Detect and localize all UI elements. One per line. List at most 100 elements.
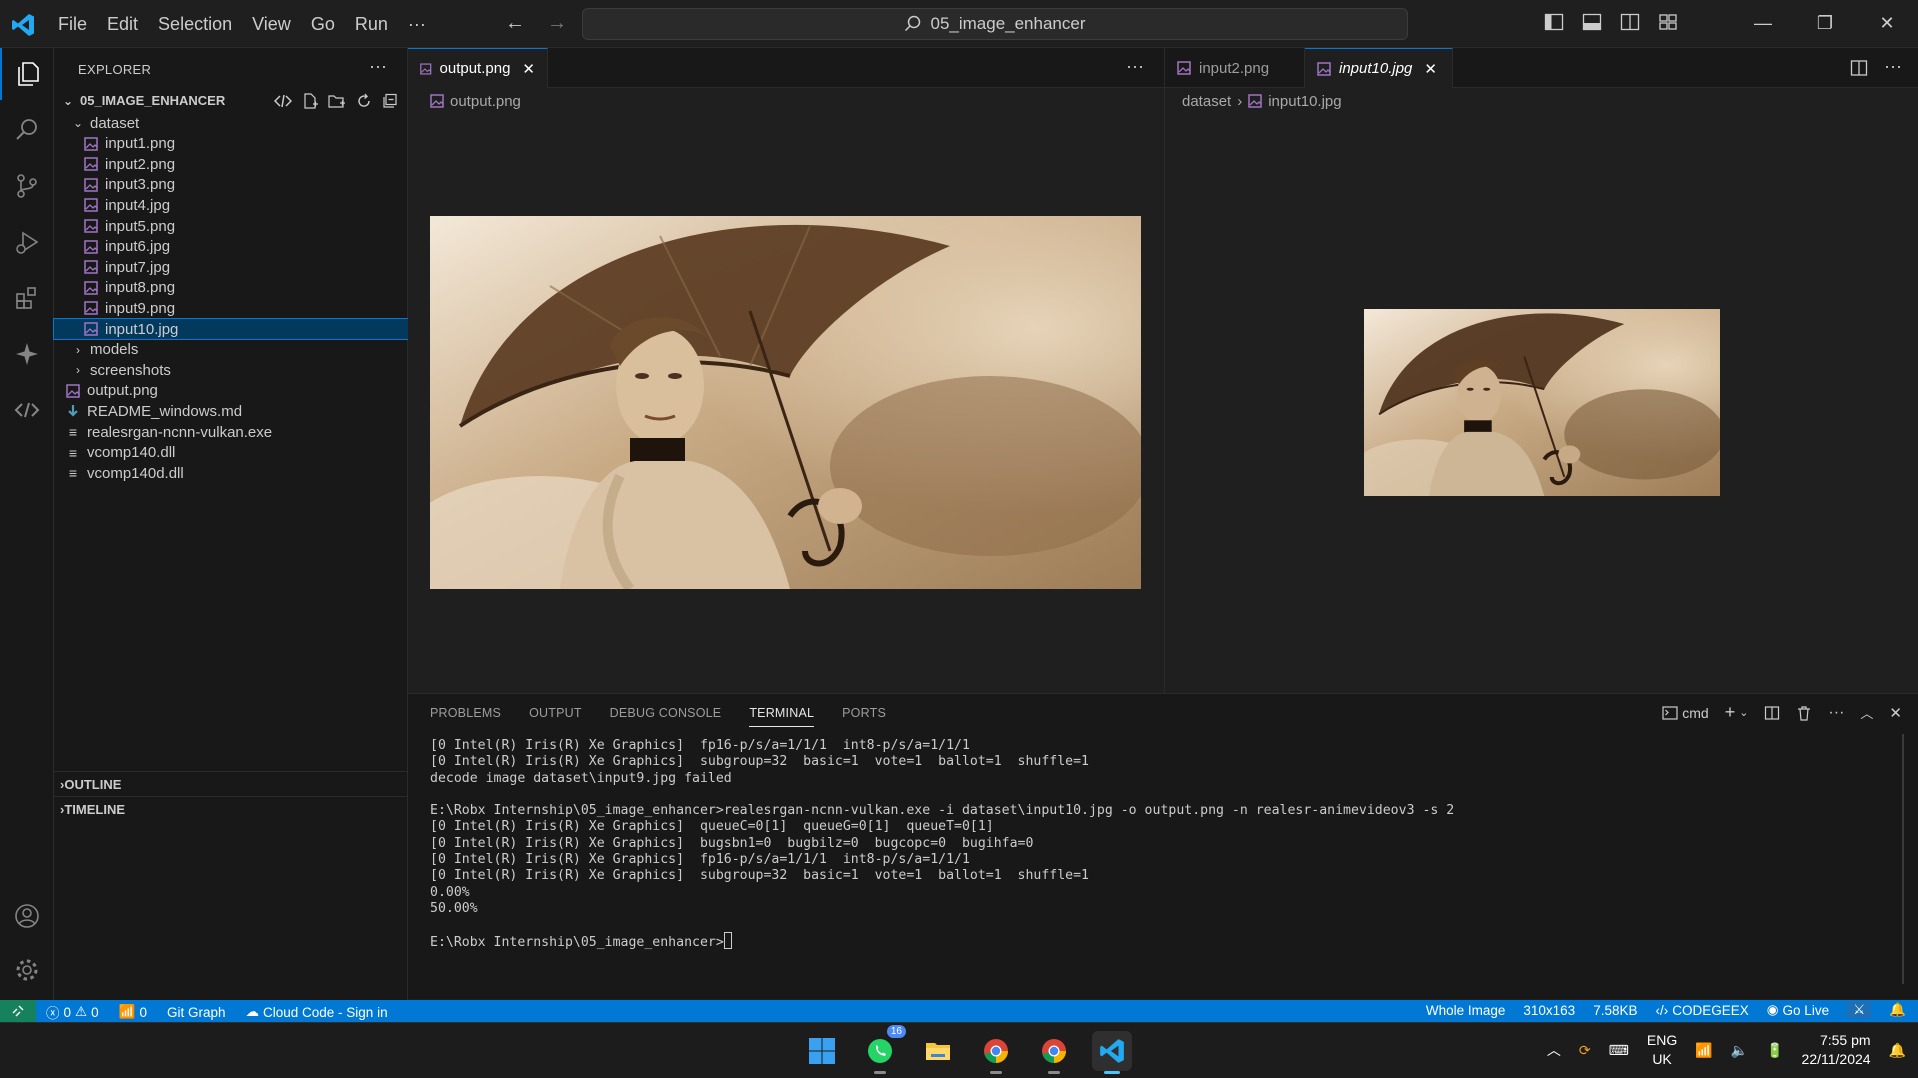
toggle-panel-icon[interactable]	[1582, 12, 1602, 32]
tree-item-input4-jpg[interactable]: input4.jpg	[54, 195, 408, 215]
toggle-primary-sidebar-icon[interactable]	[1544, 12, 1564, 32]
timeline-section[interactable]: › TIMELINE	[54, 796, 408, 821]
customize-layout-icon[interactable]	[1658, 12, 1678, 32]
remote-indicator[interactable]	[0, 1000, 36, 1022]
run-debug-icon[interactable]	[0, 216, 54, 268]
keyboard-icon[interactable]: ⌨	[1609, 1042, 1629, 1059]
refresh-icon[interactable]	[356, 93, 372, 109]
vscode-taskbar-icon[interactable]	[1092, 1031, 1132, 1074]
tab-input10-jpg[interactable]: input10.jpg ✕	[1305, 48, 1453, 88]
tree-item-dataset[interactable]: ⌄ dataset	[54, 113, 408, 133]
back-arrow-icon[interactable]: ←	[505, 12, 525, 35]
sync-icon[interactable]: ⟳	[1579, 1042, 1591, 1059]
tab-debug-console[interactable]: DEBUG CONSOLE	[610, 706, 722, 727]
wifi-icon[interactable]: 📶	[1695, 1042, 1712, 1059]
sidebar-more-button[interactable]: ···	[369, 56, 387, 77]
menu-view[interactable]: View	[242, 12, 301, 36]
tab-output[interactable]: OUTPUT	[529, 706, 582, 727]
new-folder-icon[interactable]	[328, 93, 346, 109]
ports-indicator[interactable]: 📶 0	[119, 1004, 147, 1020]
ai-sparkle-icon[interactable]	[0, 328, 54, 380]
file-explorer-icon[interactable]	[918, 1031, 958, 1071]
search-icon[interactable]	[0, 104, 54, 156]
git-graph-button[interactable]: Git Graph	[167, 1005, 226, 1020]
tree-item-input1-png[interactable]: input1.png	[54, 134, 408, 154]
zoom-mode[interactable]: Whole Image	[1426, 1003, 1506, 1018]
toggle-secondary-sidebar-icon[interactable]	[1620, 12, 1640, 32]
breadcrumb-file[interactable]: input10.jpg	[1268, 93, 1341, 110]
tree-item-input2-png[interactable]: input2.png	[54, 154, 408, 174]
restore-icon[interactable]: ❐	[1794, 0, 1856, 46]
tree-item-input9-png[interactable]: input9.png	[54, 298, 408, 318]
source-control-icon[interactable]	[0, 160, 54, 212]
new-file-icon[interactable]	[302, 92, 318, 109]
windows-start-icon[interactable]	[802, 1031, 842, 1071]
tree-item-vcomp140-dll[interactable]: ≡ vcomp140.dll	[54, 443, 408, 463]
problems-indicator[interactable]: ⓧ 0 ⚠ 0	[46, 1002, 99, 1022]
notifications-bell-icon[interactable]: 🔔	[1889, 1002, 1906, 1018]
split-terminal-icon[interactable]	[1764, 705, 1780, 721]
tree-item-input7-jpg[interactable]: input7.jpg	[54, 257, 408, 277]
tree-item-input8-png[interactable]: input8.png	[54, 278, 408, 298]
menu-edit[interactable]: Edit	[97, 12, 148, 36]
close-panel-icon[interactable]: ✕	[1889, 704, 1902, 722]
editor-more-button[interactable]: ···	[1126, 56, 1144, 77]
split-editor-icon[interactable]	[1850, 59, 1868, 77]
chevron-down-icon[interactable]: ⌄	[1739, 706, 1748, 719]
terminal-shell-selector[interactable]: cmd	[1662, 705, 1709, 721]
tree-item-input6-jpg[interactable]: input6.jpg	[54, 237, 408, 257]
workspace-root[interactable]: ⌄ 05_IMAGE_ENHANCER	[54, 88, 408, 113]
menu-go[interactable]: Go	[301, 12, 345, 36]
menu-more-button[interactable]: ···	[398, 12, 436, 36]
close-tab-icon[interactable]: ✕	[522, 60, 535, 78]
battery-icon[interactable]: 🔋	[1766, 1042, 1783, 1059]
notification-center-icon[interactable]: 🔔	[1889, 1042, 1906, 1059]
panel-more-button[interactable]: ···	[1828, 704, 1844, 722]
new-terminal-plus-icon[interactable]: +	[1725, 702, 1736, 723]
chevron-up-icon[interactable]: ︿	[1547, 1040, 1561, 1060]
tab-input2-png[interactable]: input2.png	[1165, 48, 1305, 88]
tab-problems[interactable]: PROBLEMS	[430, 706, 501, 727]
tab-terminal[interactable]: TERMINAL	[749, 706, 815, 727]
close-tab-icon[interactable]: ✕	[1424, 60, 1437, 78]
tree-item-models[interactable]: › models	[54, 340, 408, 360]
tab-output-png[interactable]: output.png ✕	[408, 48, 548, 88]
terminal-scrollbar[interactable]	[1902, 734, 1904, 984]
tree-item-vcomp140d-dll[interactable]: ≡ vcomp140d.dll	[54, 463, 408, 483]
tab-ports[interactable]: PORTS	[842, 706, 886, 727]
close-window-icon[interactable]: ✕	[1856, 0, 1918, 46]
copilot-disabled-icon[interactable]: ⚔	[1847, 1002, 1872, 1018]
menu-selection[interactable]: Selection	[148, 12, 242, 36]
tree-item-readme-windows-md[interactable]: README_windows.md	[54, 401, 408, 421]
breadcrumb-folder[interactable]: dataset	[1182, 93, 1231, 110]
chrome-icon[interactable]	[976, 1031, 1016, 1074]
tree-item-input5-png[interactable]: input5.png	[54, 216, 408, 236]
clock[interactable]: 7:55 pm 22/11/2024	[1802, 1031, 1871, 1069]
whatsapp-icon[interactable]: 16	[860, 1025, 906, 1074]
trash-icon[interactable]	[1796, 705, 1812, 721]
tree-item-screenshots[interactable]: › screenshots	[54, 360, 408, 380]
menu-run[interactable]: Run	[345, 12, 398, 36]
accounts-icon[interactable]	[0, 890, 54, 942]
tree-item-input3-png[interactable]: input3.png	[54, 175, 408, 195]
editor-more-button[interactable]: ···	[1884, 56, 1902, 77]
terminal-output[interactable]: [0 Intel(R) Iris(R) Xe Graphics] fp16-p/…	[430, 736, 1454, 953]
collapse-all-icon[interactable]	[382, 93, 398, 109]
volume-icon[interactable]: 🔈	[1731, 1042, 1748, 1059]
settings-gear-icon[interactable]	[0, 944, 54, 996]
tree-item-input10-jpg[interactable]: input10.jpg	[53, 318, 409, 340]
breadcrumb-file[interactable]: output.png	[450, 93, 521, 110]
maximize-panel-chevron-up-icon[interactable]: ︿	[1860, 703, 1873, 722]
remote-code-icon[interactable]	[0, 384, 54, 436]
explorer-icon[interactable]	[0, 48, 54, 100]
command-center-search[interactable]: 05_image_enhancer	[582, 8, 1408, 40]
outline-section[interactable]: › OUTLINE	[54, 771, 408, 796]
chrome-profile-icon[interactable]	[1034, 1031, 1074, 1074]
extensions-icon[interactable]	[0, 272, 54, 324]
tree-item-realesrgan-ncnn-vulkan-exe[interactable]: ≡ realesrgan-ncnn-vulkan.exe	[54, 422, 408, 442]
menu-file[interactable]: File	[48, 12, 97, 36]
codegeex-button[interactable]: ‹/› CODEGEEX	[1655, 1003, 1748, 1018]
cloud-code-button[interactable]: ☁ Cloud Code - Sign in	[246, 1004, 388, 1020]
tree-item-output-png[interactable]: output.png	[54, 381, 408, 401]
language-indicator[interactable]: ENG UK	[1647, 1031, 1677, 1069]
